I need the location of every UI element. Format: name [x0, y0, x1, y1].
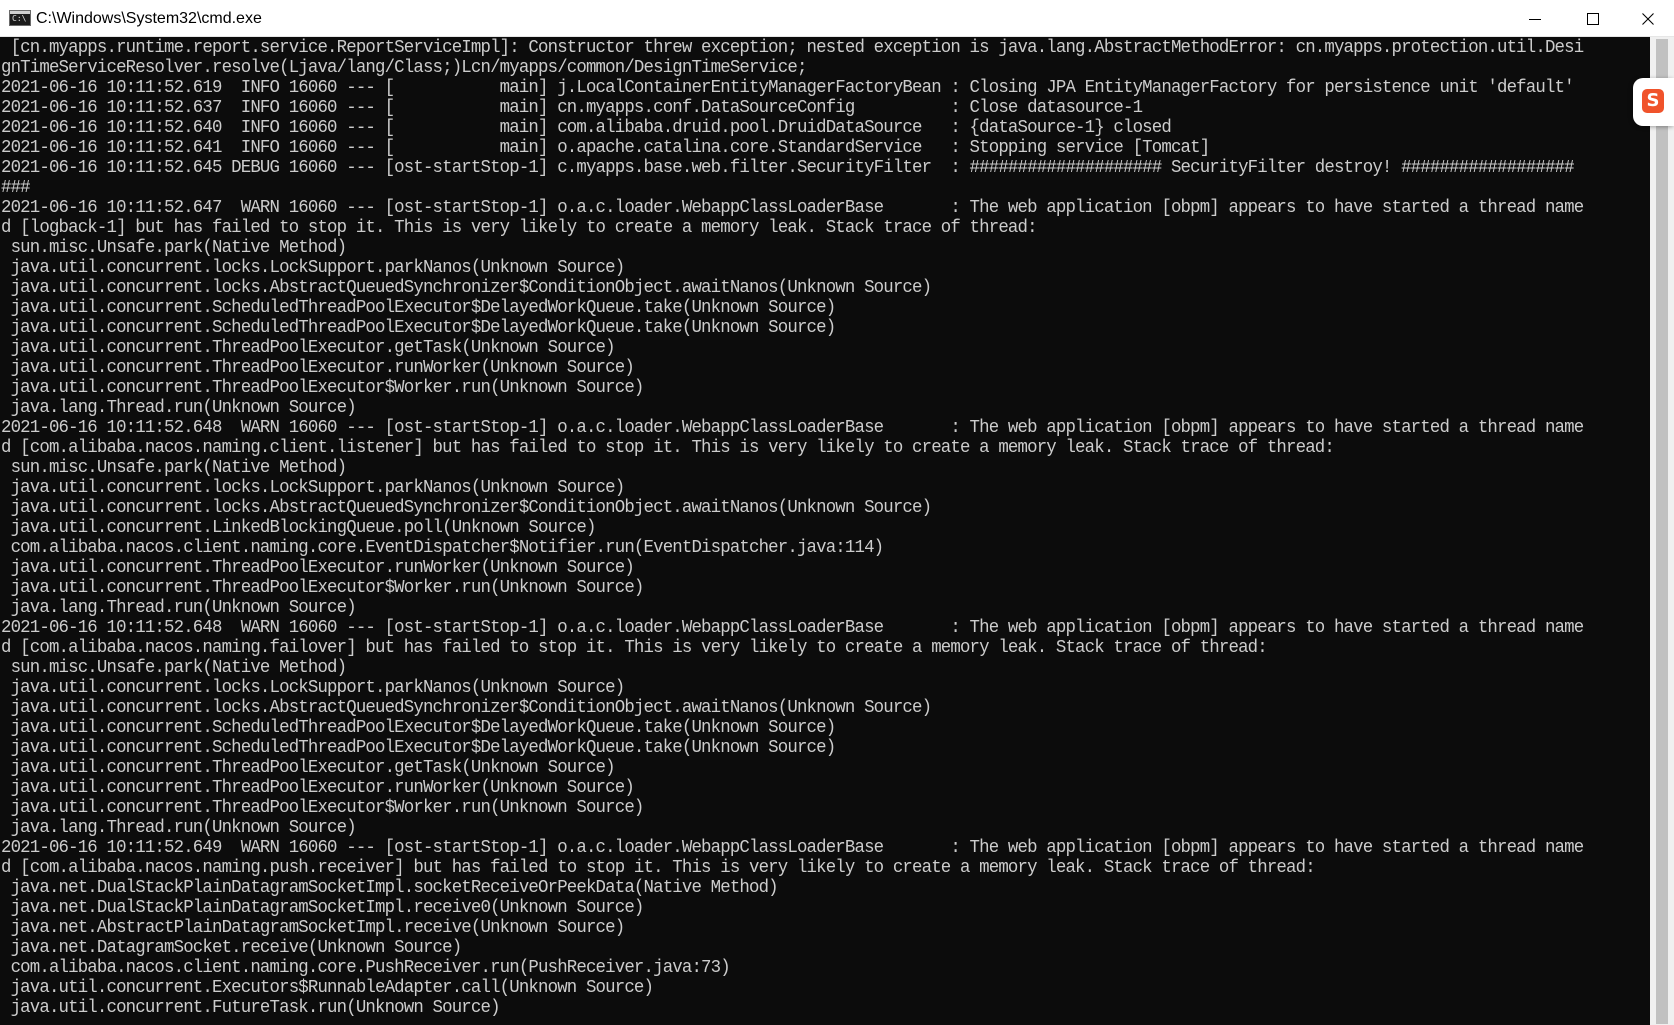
console-line: java.lang.Thread.run(Unknown Source) — [1, 397, 357, 418]
console-line: sun.misc.Unsafe.park(Native Method) — [1, 657, 347, 678]
console-line: 2021-06-16 10:11:52.649 WARN 16060 --- [… — [1, 837, 1584, 858]
console-line: java.net.DualStackPlainDatagramSocketImp… — [1, 897, 645, 918]
console-line: d [com.alibaba.nacos.naming.client.liste… — [1, 437, 1335, 458]
console-line: java.util.concurrent.locks.LockSupport.p… — [1, 477, 626, 498]
console-line: java.net.DualStackPlainDatagramSocketImp… — [1, 877, 779, 898]
console-line: ### — [1, 177, 31, 198]
console-line: java.util.concurrent.ScheduledThreadPool… — [1, 737, 837, 758]
console-line: java.util.concurrent.ThreadPoolExecutor.… — [1, 357, 635, 378]
console-lines: [cn.myapps.runtime.report.service.Report… — [1, 38, 1650, 1018]
sogou-ime-icon: S — [1642, 89, 1664, 113]
console-line: java.util.concurrent.LinkedBlockingQueue… — [1, 517, 597, 538]
console-line: java.lang.Thread.run(Unknown Source) — [1, 597, 357, 618]
console-line: java.util.concurrent.ScheduledThreadPool… — [1, 317, 837, 338]
console-line: com.alibaba.nacos.client.naming.core.Pus… — [1, 957, 731, 978]
console-line: java.util.concurrent.locks.LockSupport.p… — [1, 677, 626, 698]
maximize-icon — [1587, 12, 1599, 25]
console-line: java.util.concurrent.ThreadPoolExecutor.… — [1, 757, 616, 778]
console-line: 2021-06-16 10:11:52.641 INFO 16060 --- [… — [1, 137, 1210, 158]
scrollbar-thumb[interactable] — [1656, 39, 1668, 1024]
console-line: java.util.concurrent.Executors$RunnableA… — [1, 977, 654, 998]
console-line: [cn.myapps.runtime.report.service.Report… — [1, 37, 1585, 58]
console-line: d [com.alibaba.nacos.naming.push.receive… — [1, 857, 1316, 878]
console-line: gnTimeServiceResolver.resolve(Ljava/lang… — [1, 57, 807, 78]
console-line: java.util.concurrent.ThreadPoolExecutor.… — [1, 557, 635, 578]
console-output[interactable]: [cn.myapps.runtime.report.service.Report… — [0, 37, 1650, 1025]
console-line: sun.misc.Unsafe.park(Native Method) — [1, 457, 347, 478]
console-line: java.util.concurrent.ThreadPoolExecutor.… — [1, 337, 616, 358]
ime-floating-badge[interactable]: S — [1633, 78, 1674, 126]
close-button[interactable] — [1622, 0, 1674, 37]
title-bar[interactable]: C:\ C:\Windows\System32\cmd.exe — [0, 0, 1674, 37]
console-line: 2021-06-16 10:11:52.640 INFO 16060 --- [… — [1, 117, 1172, 138]
console-line: java.util.concurrent.locks.AbstractQueue… — [1, 497, 932, 518]
close-icon — [1642, 12, 1654, 25]
console-line: java.util.concurrent.ThreadPoolExecutor$… — [1, 797, 645, 818]
console-line: java.net.AbstractPlainDatagramSocketImpl… — [1, 917, 626, 938]
console-line: java.net.DatagramSocket.receive(Unknown … — [1, 937, 463, 958]
console-line: java.util.concurrent.ScheduledThreadPool… — [1, 717, 837, 738]
console-line: com.alibaba.nacos.client.naming.core.Eve… — [1, 537, 885, 558]
console-line: java.util.concurrent.FutureTask.run(Unkn… — [1, 997, 501, 1018]
console-line: java.util.concurrent.locks.LockSupport.p… — [1, 257, 626, 278]
console-line: d [com.alibaba.nacos.naming.failover] bu… — [1, 637, 1268, 658]
console-line: java.util.concurrent.ThreadPoolExecutor.… — [1, 777, 635, 798]
minimize-button[interactable] — [1506, 0, 1564, 37]
cmd-app-icon-text: C:\ — [12, 14, 27, 23]
console-line: java.util.concurrent.ScheduledThreadPool… — [1, 297, 837, 318]
cmd-window: C:\ C:\Windows\System32\cmd.exe [cn.myap… — [0, 0, 1674, 1025]
cmd-app-icon[interactable]: C:\ — [9, 10, 31, 26]
console-line: d [logback-1] but has failed to stop it.… — [1, 217, 1038, 238]
maximize-button[interactable] — [1564, 0, 1622, 37]
console-line: java.util.concurrent.ThreadPoolExecutor$… — [1, 377, 645, 398]
console-line: java.util.concurrent.locks.AbstractQueue… — [1, 277, 932, 298]
console-line: 2021-06-16 10:11:52.645 DEBUG 16060 --- … — [1, 157, 1575, 178]
console-line: 2021-06-16 10:11:52.619 INFO 16060 --- [… — [1, 77, 1575, 98]
console-line: java.util.concurrent.ThreadPoolExecutor$… — [1, 577, 645, 598]
console-line: 2021-06-16 10:11:52.647 WARN 16060 --- [… — [1, 197, 1584, 218]
vertical-scrollbar[interactable] — [1650, 37, 1674, 1025]
minimize-icon — [1529, 18, 1541, 20]
console-line: 2021-06-16 10:11:52.637 INFO 16060 --- [… — [1, 97, 1143, 118]
console-line: 2021-06-16 10:11:52.648 WARN 16060 --- [… — [1, 617, 1584, 638]
window-title: C:\Windows\System32\cmd.exe — [36, 10, 262, 27]
console-line: java.lang.Thread.run(Unknown Source) — [1, 817, 357, 838]
console-line: sun.misc.Unsafe.park(Native Method) — [1, 237, 347, 258]
console-line: java.util.concurrent.locks.AbstractQueue… — [1, 697, 932, 718]
console-line: 2021-06-16 10:11:52.648 WARN 16060 --- [… — [1, 417, 1584, 438]
